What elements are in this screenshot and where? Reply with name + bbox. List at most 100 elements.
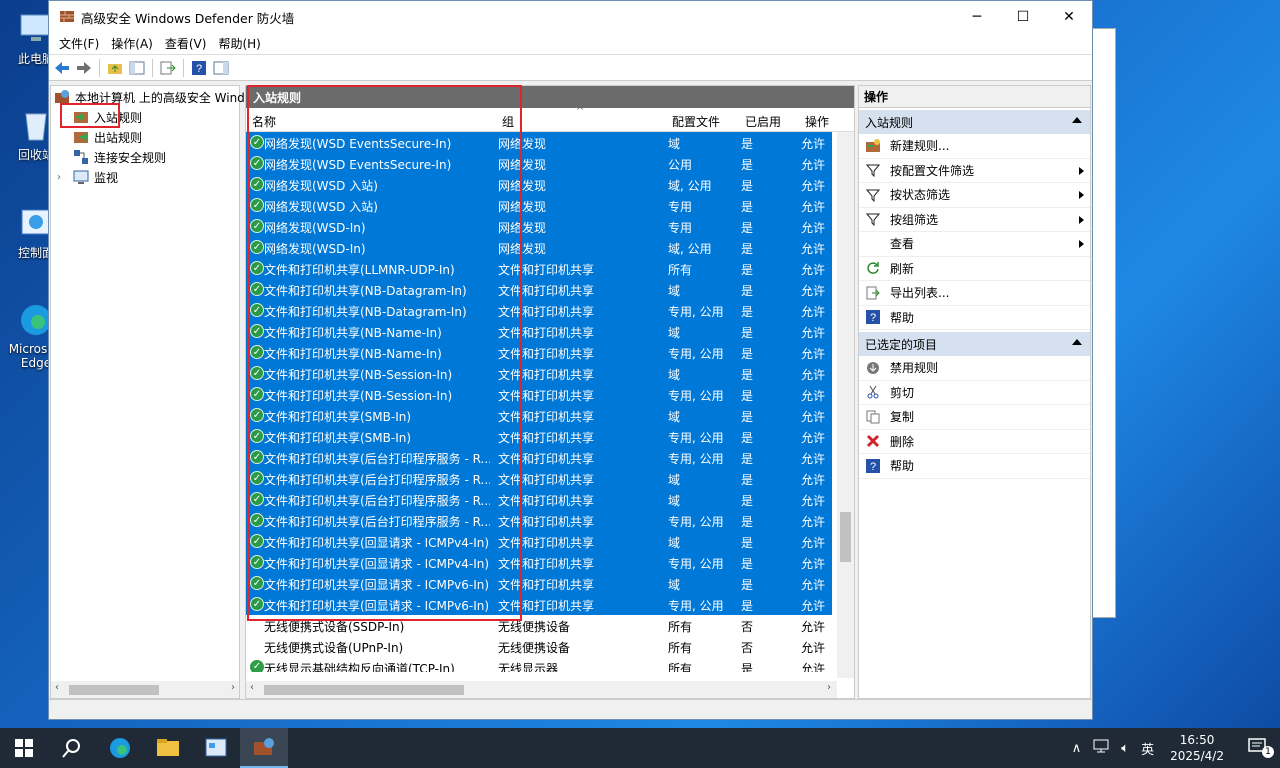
rule-profile: 域 [668,284,681,298]
action-item[interactable]: ? 帮助 [859,454,1090,479]
rules-vertical-scrollbar[interactable] [837,132,854,678]
close-button[interactable]: ✕ [1046,1,1092,33]
rule-row[interactable]: ✓ 无线显示基础结构反向通道(TCP-In) 无线显示器 所有 是 允许 [246,657,832,672]
edge-taskbar-icon[interactable] [96,728,144,768]
tree-item-outbound-rules[interactable]: 出站规则 [73,127,142,147]
tree-horizontal-scrollbar[interactable]: ‹ › [51,681,239,698]
rule-profile: 域 [668,410,681,424]
action-item[interactable]: ? 帮助 [859,306,1090,330]
rule-group: 文件和打印机共享 [498,410,595,424]
menu-help[interactable]: 帮助(H) [212,35,266,52]
maximize-button[interactable]: ☐ [1000,1,1046,33]
rule-enabled: 是 [741,137,754,151]
actions-section-inbound[interactable]: 入站规则 [859,110,1090,134]
firewall-taskbar-icon[interactable] [240,728,288,768]
export-icon[interactable] [159,59,177,77]
clock[interactable]: 16:50 2025/4/2 [1160,732,1234,764]
tree-item-connection-security[interactable]: 连接安全规则 [73,147,166,167]
window-title: 高级安全 Windows Defender 防火墙 [81,10,295,26]
rule-profile: 专用, 公用 [668,305,724,319]
notification-icon[interactable]: 1 [1234,738,1280,758]
rule-enabled: 是 [741,473,754,487]
collapse-icon[interactable] [1072,117,1082,123]
rule-group: 文件和打印机共享 [498,473,595,487]
column-profile[interactable]: 配置文件 [672,113,720,130]
rule-enabled: 是 [741,326,754,340]
column-action[interactable]: 操作 [805,113,829,130]
navigation-tree: 本地计算机 上的高级安全 Windows Defender 防火墙 入站规则 出… [50,85,368,699]
rule-group: 网络发现 [498,158,547,172]
network-icon[interactable] [1087,739,1115,757]
expand-chevron-icon[interactable]: › [57,172,69,183]
rule-action: 允许 [801,158,826,172]
scroll-thumb[interactable] [840,512,851,562]
help-icon[interactable]: ? [190,59,208,77]
collapse-icon[interactable] [1072,339,1082,345]
scroll-right-icon[interactable]: › [231,682,235,693]
cut-icon [865,384,881,400]
rule-row[interactable]: 无线便携式设备(UPnP-In) 无线便携设备 所有 否 允许 [246,636,832,657]
action-item[interactable]: 刷新 [859,257,1090,281]
chevron-up-icon[interactable]: ∧ [1066,741,1088,756]
rule-action: 允许 [801,452,826,466]
rule-action: 允许 [801,410,826,424]
rule-profile: 专用, 公用 [668,389,724,403]
rule-group: 文件和打印机共享 [498,305,595,319]
up-folder-icon[interactable] [106,59,124,77]
scroll-left-icon[interactable]: ‹ [55,682,59,693]
show-hide-action-pane-icon[interactable] [212,59,230,77]
actions-section-selected[interactable]: 已选定的项目 [859,332,1090,356]
action-item[interactable]: 按配置文件筛选 [859,159,1090,183]
file-explorer-icon[interactable] [144,728,192,768]
action-item[interactable]: 按状态筛选 [859,183,1090,208]
rule-enabled: 是 [741,368,754,382]
action-item[interactable]: 复制 [859,405,1090,430]
action-label: 删除 [890,434,915,449]
action-item[interactable]: 剪切 [859,381,1090,405]
search-icon[interactable] [48,728,96,768]
start-button[interactable] [0,728,48,768]
action-item[interactable]: 导出列表... [859,281,1090,306]
menu-view[interactable]: 查看(V) [159,35,213,52]
menu-action[interactable]: 操作(A) [105,35,159,52]
back-icon[interactable] [53,59,71,77]
rule-group: 网络发现 [498,137,547,151]
menu-file[interactable]: 文件(F) [53,35,105,52]
rule-action: 允许 [801,263,826,277]
rule-enabled: 是 [741,662,754,672]
rule-profile: 域 [668,494,681,508]
connection-security-icon [73,149,89,165]
rule-enabled: 是 [741,221,754,235]
tree-item-monitor[interactable]: › 监视 [57,167,118,187]
rule-profile: 域 [668,368,681,382]
column-enabled[interactable]: 已启用 [745,113,781,130]
action-item[interactable]: 按组筛选 [859,208,1090,232]
scroll-right-icon[interactable]: › [827,682,831,693]
minimize-button[interactable]: ─ [954,1,1000,33]
highlight-inbound-rules [60,103,120,128]
actions-pane: 操作 入站规则 新建规则... 按配置文件筛选 按状态筛选 按组筛选 查看 刷新 导出列表.… [858,85,1091,699]
action-item[interactable]: 禁用规则 [859,356,1090,381]
clock-time: 16:50 [1179,733,1215,747]
status-bar [49,699,1092,719]
scroll-thumb[interactable] [264,685,464,695]
action-label: 新建规则... [890,139,950,154]
input-method-indicator[interactable]: 英 [1135,739,1160,758]
volume-icon[interactable]: 🔈︎ [1115,741,1135,756]
outbound-rules-icon [73,129,89,145]
control-panel-taskbar-icon[interactable] [192,728,240,768]
rule-action: 允许 [801,578,826,592]
forward-icon[interactable] [75,59,93,77]
show-hide-tree-icon[interactable] [128,59,146,77]
rules-horizontal-scrollbar[interactable]: ‹ › [246,681,837,698]
rule-profile: 专用, 公用 [668,452,724,466]
action-item[interactable]: 删除 [859,430,1090,454]
rule-group: 文件和打印机共享 [498,347,595,361]
tree-item-label: 监视 [94,170,119,185]
title-bar: 高级安全 Windows Defender 防火墙 ─ ☐ ✕ [49,1,1092,33]
action-item[interactable]: 新建规则... [859,134,1090,159]
scroll-thumb[interactable] [69,685,159,695]
rule-group: 文件和打印机共享 [498,578,595,592]
action-item[interactable]: 查看 [859,232,1090,257]
scroll-left-icon[interactable]: ‹ [250,682,254,693]
